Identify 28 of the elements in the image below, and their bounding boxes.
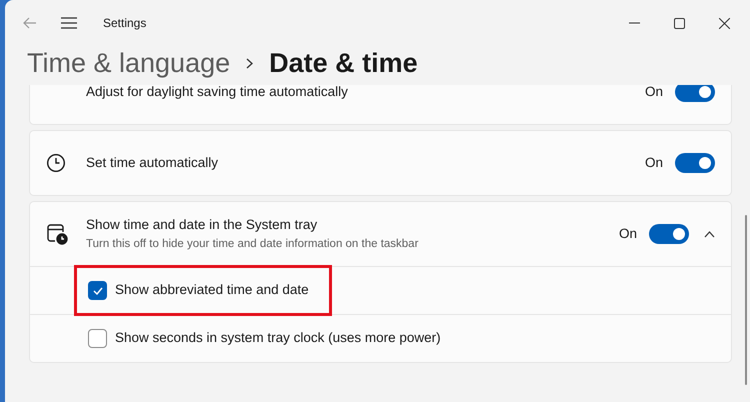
window-title: Settings — [103, 15, 146, 32]
setting-label: Set time automatically — [86, 154, 218, 172]
maximize-icon[interactable] — [674, 18, 685, 28]
setting-label: Adjust for daylight saving time automatically — [86, 85, 348, 101]
toggle-state-text: On — [618, 224, 637, 243]
chevron-right-icon — [246, 58, 254, 68]
back-arrow-icon[interactable] — [23, 16, 37, 30]
breadcrumb-link[interactable]: Time & language — [27, 42, 230, 84]
setting-label: Show time and date in the System tray — [86, 216, 318, 234]
chevron-icon[interactable] — [704, 230, 715, 238]
menu-icon[interactable] — [61, 17, 77, 29]
checkmark-icon — [92, 286, 102, 294]
page-title: Date & time — [269, 46, 418, 80]
scrollbar-thumb[interactable] — [745, 215, 747, 385]
toggle-state-text: On — [644, 154, 663, 172]
minimize-icon[interactable] — [629, 22, 640, 24]
checkbox-label: Show seconds in system tray clock (uses more power) — [115, 329, 441, 348]
calendar-clock-icon — [46, 223, 68, 245]
setting-description: Turn this off to hide your time and date information on the taskbar — [86, 236, 418, 252]
checkbox-label: Show abbreviated time and date — [115, 281, 309, 300]
toggle-state-text: On — [644, 85, 663, 101]
checkbox[interactable] — [88, 281, 107, 300]
toggle-switch[interactable] — [649, 224, 689, 244]
checkbox[interactable] — [88, 329, 107, 348]
clock-icon — [46, 153, 66, 173]
toggle-switch[interactable] — [675, 153, 715, 173]
toggle-switch[interactable] — [675, 85, 715, 102]
close-icon[interactable] — [719, 18, 730, 28]
